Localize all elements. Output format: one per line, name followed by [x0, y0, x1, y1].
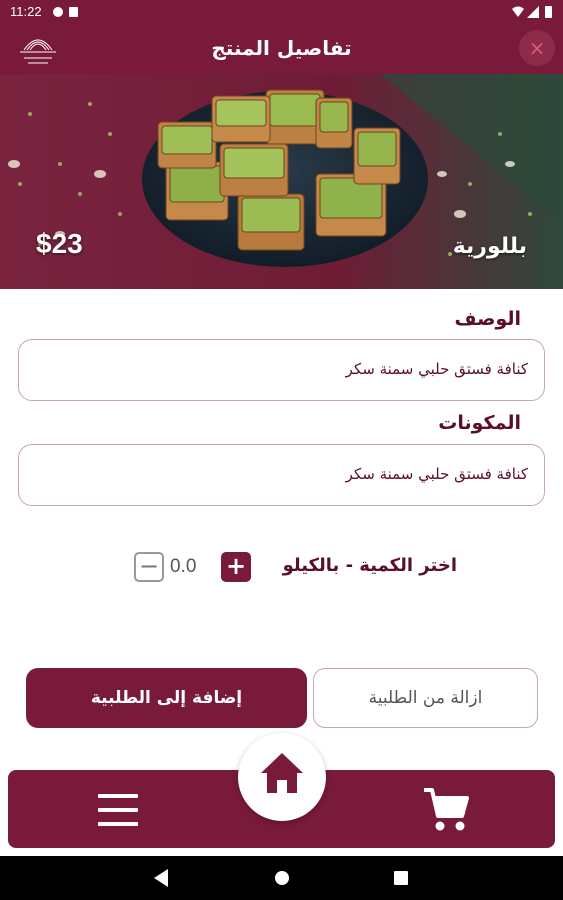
hamburger-menu-icon[interactable]	[96, 790, 140, 830]
home-icon[interactable]	[259, 751, 305, 795]
description-label: الوصف	[454, 308, 521, 330]
product-price: $23	[36, 228, 83, 259]
quantity-label: اختر الكمية - بالكيلو	[282, 555, 457, 576]
app-header: تفاصيل المنتج ×	[0, 24, 563, 74]
description-field: كنافة فستق حلبي سمنة سكر	[18, 339, 545, 401]
product-image: $23 بللورية	[0, 74, 563, 289]
notification-icons	[53, 7, 78, 17]
add-to-order-button[interactable]: إضافة إلى الطلبية	[26, 668, 307, 728]
product-name: بللورية	[452, 234, 527, 259]
status-time: 11:22	[10, 4, 42, 19]
recent-apps-icon[interactable]	[393, 870, 409, 886]
system-home-icon[interactable]	[274, 870, 290, 886]
quantity-value: 0.0	[170, 556, 197, 577]
ingredients-label: المكونات	[438, 412, 521, 434]
ingredients-value: كنافة فستق حلبي سمنة سكر	[345, 465, 528, 483]
quantity-decrease-button[interactable]: −	[134, 552, 164, 582]
page-title: تفاصيل المنتج	[211, 36, 352, 60]
shopping-cart-icon[interactable]	[420, 784, 470, 834]
back-icon[interactable]	[152, 868, 170, 888]
description-value: كنافة فستق حلبي سمنة سكر	[345, 360, 528, 378]
close-button[interactable]: ×	[519, 30, 555, 66]
quantity-increase-button[interactable]: +	[221, 552, 251, 582]
remove-from-order-button[interactable]: ازالة من الطلبية	[313, 668, 538, 728]
signal-battery-icons	[512, 6, 552, 18]
ingredients-field: كنافة فستق حلبي سمنة سكر	[18, 444, 545, 506]
status-bar: 11:22	[0, 0, 563, 24]
